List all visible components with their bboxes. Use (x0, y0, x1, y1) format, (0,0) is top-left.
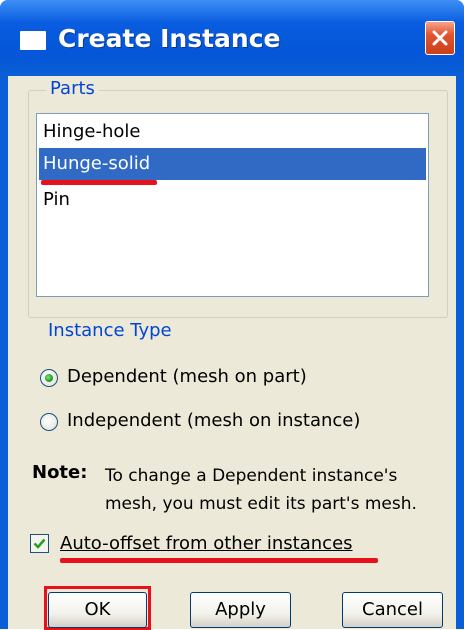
ok-button[interactable]: OK (48, 592, 147, 628)
apply-button[interactable]: Apply (190, 592, 291, 628)
instance-type-title: Instance Type (48, 320, 172, 341)
parts-group-title: Parts (46, 78, 99, 99)
close-x-icon (432, 30, 448, 46)
note-line-1: To change a Dependent instance's (105, 466, 398, 486)
dialog-title: Create Instance (58, 24, 281, 53)
parts-listbox[interactable]: Hinge-hole Hunge-solid Pin (36, 113, 429, 297)
radio-independent[interactable] (40, 413, 58, 431)
checkmark-icon (33, 538, 46, 549)
note-text: To change a Dependent instance's mesh, y… (105, 462, 450, 518)
title-bar[interactable]: Create Instance (0, 0, 464, 76)
note-label: Note: (32, 462, 88, 483)
list-item-hinge-hole[interactable]: Hinge-hole (39, 116, 426, 148)
list-item-pin[interactable]: Pin (39, 184, 426, 216)
window-icon (20, 31, 46, 50)
dialog-body: Parts Hinge-hole Hunge-solid Pin Instanc… (8, 76, 456, 630)
auto-offset-label[interactable]: Auto-offset from other instances (60, 533, 353, 554)
radio-selected-dot (45, 374, 53, 382)
list-item-hunge-solid[interactable]: Hunge-solid (39, 148, 426, 180)
radio-dependent[interactable] (40, 369, 58, 387)
note-line-2: mesh, you must edit its part's mesh. (105, 494, 417, 514)
auto-offset-checkbox[interactable] (30, 534, 49, 553)
radio-dependent-label[interactable]: Dependent (mesh on part) (67, 366, 307, 387)
radio-independent-label[interactable]: Independent (mesh on instance) (67, 410, 360, 431)
create-instance-dialog: Create Instance Parts Hinge-hole Hunge-s… (0, 0, 464, 630)
close-button[interactable] (425, 21, 455, 55)
cancel-button[interactable]: Cancel (342, 592, 443, 628)
red-annotation-underline (60, 558, 378, 563)
